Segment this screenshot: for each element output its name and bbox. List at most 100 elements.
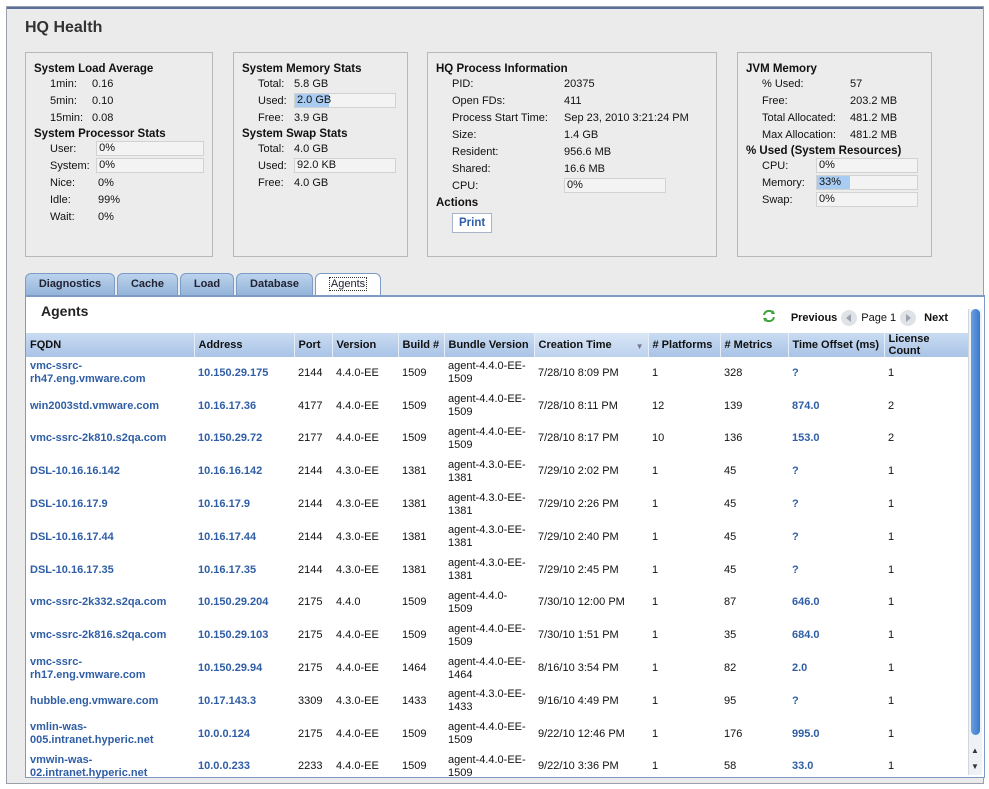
table-cell-link[interactable]: ? [788, 357, 884, 390]
previous-link[interactable]: Previous [791, 312, 837, 324]
table-cell-link[interactable]: vmlin-was-005.intranet.hyperic.net [26, 718, 194, 751]
tab-load[interactable]: Load [180, 273, 234, 295]
tab-database[interactable]: Database [236, 273, 313, 295]
table-cell: agent-4.4.0-EE-1509 [448, 360, 526, 386]
table-cell-link[interactable]: DSL-10.16.17.35 [26, 554, 194, 587]
table-cell-link[interactable]: 2.0 [788, 652, 884, 685]
res-memory-row: Memory: 33% [762, 174, 923, 191]
value: 0.10 [92, 94, 114, 107]
table-cell-link[interactable]: 10.150.29.103 [194, 619, 294, 652]
table-cell-link[interactable]: ? [788, 521, 884, 554]
col-creation-time[interactable]: Creation Time ▼ [534, 333, 649, 357]
next-arrow-icon[interactable] [900, 309, 917, 326]
table-cell-link[interactable]: vmc-ssrc-2k332.s2qa.com [26, 587, 194, 620]
table-cell: 2144 [298, 563, 323, 576]
col-time-offset[interactable]: Time Offset (ms) [788, 333, 885, 357]
col-metrics[interactable]: # Metrics [720, 333, 789, 357]
label: Used: [258, 94, 287, 107]
table-cell-link[interactable]: 10.17.143.3 [194, 685, 294, 718]
table-cell-link[interactable]: 684.0 [788, 619, 884, 652]
table-cell: agent-4.4.0-1509 [448, 589, 508, 615]
table-cell-link[interactable]: vmc-ssrc-rh17.eng.vmware.com [26, 652, 194, 685]
col-version[interactable]: Version [332, 333, 399, 357]
col-fqdn[interactable]: FQDN [26, 333, 195, 357]
table-cell-link[interactable]: 10.16.16.142 [194, 455, 294, 488]
table-cell-link[interactable]: hubble.eng.vmware.com [26, 685, 194, 718]
table-cell-link[interactable]: 10.16.17.9 [194, 488, 294, 521]
scroll-down-icon[interactable]: ▼ [971, 762, 979, 771]
table-cell-link[interactable]: 10.150.29.175 [194, 357, 294, 390]
label: Process Start Time: [452, 111, 548, 124]
table-cell-link[interactable]: 33.0 [788, 751, 884, 784]
table-cell-link[interactable]: 874.0 [788, 390, 884, 423]
swap-title: System Swap Stats [242, 128, 348, 140]
table-cell: 1 [888, 530, 895, 543]
table-cell-link[interactable]: ? [788, 455, 884, 488]
table-cell: 4.3.0-EE [336, 465, 379, 478]
table-cell-link[interactable]: 10.150.29.204 [194, 587, 294, 620]
table-cell-link[interactable]: vmc-ssrc-rh47.eng.vmware.com [26, 357, 194, 390]
table-cell-link[interactable]: 646.0 [788, 587, 884, 620]
tab-agents[interactable]: Agents [315, 273, 381, 296]
tab-diagnostics[interactable]: Diagnostics [25, 273, 115, 295]
table-row: vmlin-was-005.intranet.hyperic.net 10.0.0… [26, 718, 968, 751]
table-cell-link[interactable]: 10.150.29.94 [194, 652, 294, 685]
value: 203.2 MB [850, 94, 898, 107]
table-cell-link[interactable]: 10.0.0.233 [194, 751, 294, 784]
col-bundle-version[interactable]: Bundle Version [444, 333, 535, 357]
previous-arrow-icon[interactable] [841, 309, 858, 326]
table-cell-link[interactable]: 995.0 [788, 718, 884, 751]
table-cell-link[interactable]: vmc-ssrc-2k810.s2qa.com [26, 423, 194, 456]
jvm-total-row: Total Allocated: 481.2 MB [762, 109, 923, 126]
cpu-system-row: System: 0% [50, 157, 204, 174]
table-cell-link[interactable]: ? [788, 685, 884, 718]
table-cell-link[interactable]: 10.16.17.36 [194, 390, 294, 423]
table-cell-link[interactable]: win2003std.vmware.com [26, 390, 194, 423]
table-cell-link[interactable]: ? [788, 554, 884, 587]
col-port[interactable]: Port [294, 333, 333, 357]
table-cell-link[interactable]: 10.16.17.35 [194, 554, 294, 587]
table-cell-link[interactable]: DSL-10.16.16.142 [26, 455, 194, 488]
scroll-up-icon[interactable]: ▲ [971, 746, 979, 755]
table-cell-link[interactable]: 153.0 [788, 423, 884, 456]
refresh-icon[interactable] [761, 309, 777, 326]
table-cell-link[interactable]: 10.16.17.44 [194, 521, 294, 554]
table-cell: 1 [888, 498, 895, 511]
print-button[interactable]: Print [452, 213, 493, 233]
table-cell-link[interactable]: vmwin-was-02.intranet.hyperic.net [26, 751, 194, 784]
tab-cache[interactable]: Cache [117, 273, 178, 295]
col-build[interactable]: Build # [398, 333, 445, 357]
res-cpu-meter: 0% [816, 158, 918, 173]
next-link[interactable]: Next [924, 312, 948, 324]
label: Resident: [452, 145, 499, 158]
table-cell: agent-4.3.0-EE-1381 [448, 524, 526, 550]
actions-title: Actions [436, 197, 479, 209]
vertical-scrollbar[interactable]: ▲ ▼ [968, 309, 982, 775]
table-cell-link[interactable]: 10.0.0.124 [194, 718, 294, 751]
table-cell-link[interactable]: 10.150.29.72 [194, 423, 294, 456]
swap-total-row: Total: 4.0 GB [258, 140, 399, 157]
table-cell: 1381 [402, 498, 427, 511]
table-cell-link[interactable]: ? [788, 488, 884, 521]
table-cell: 10 [652, 432, 665, 445]
col-license-count[interactable]: License Count [884, 333, 969, 357]
table-cell: 1 [652, 563, 659, 576]
jvm-free-row: Free: 203.2 MB [762, 92, 923, 109]
load-15min-row: 15min: 0.08 [50, 109, 204, 126]
label: Swap: [762, 193, 793, 206]
value: Sep 23, 2010 3:21:24 PM [564, 111, 689, 124]
table-cell-link[interactable]: DSL-10.16.17.9 [26, 488, 194, 521]
label: CPU: [452, 179, 479, 192]
table-cell: 7/28/10 8:09 PM [538, 366, 619, 379]
table-cell: agent-4.4.0-EE-1509 [448, 721, 526, 747]
table-cell: 1464 [402, 662, 427, 675]
load-5min-row: 5min: 0.10 [50, 92, 204, 109]
table-cell: 1 [888, 629, 895, 642]
table-cell-link[interactable]: vmc-ssrc-2k816.s2qa.com [26, 619, 194, 652]
col-address[interactable]: Address [194, 333, 295, 357]
table-cell: agent-4.4.0-EE-1509 [448, 622, 526, 648]
col-platforms[interactable]: # Platforms [648, 333, 721, 357]
table-cell: 1433 [402, 694, 427, 707]
scrollbar-thumb[interactable] [971, 309, 980, 735]
table-cell-link[interactable]: DSL-10.16.17.44 [26, 521, 194, 554]
